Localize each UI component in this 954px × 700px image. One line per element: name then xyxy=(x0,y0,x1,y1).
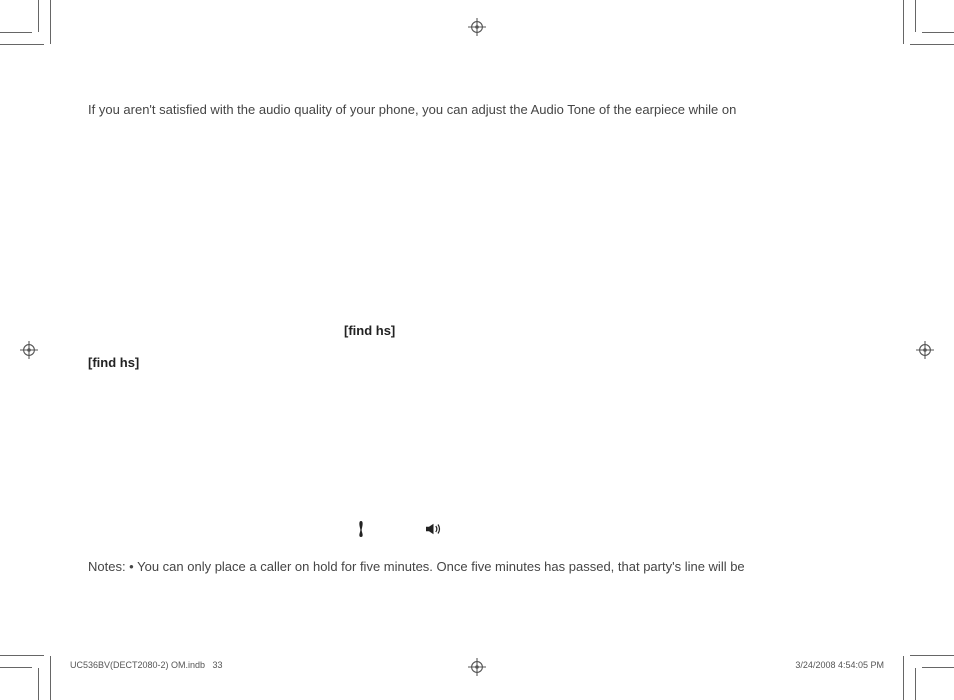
crop-mark xyxy=(50,656,51,700)
registration-mark-icon xyxy=(916,341,934,359)
body-content: If you aren't satisfied with the audio q… xyxy=(88,100,884,576)
find-hs-label: [find hs] xyxy=(88,323,884,338)
find-hs-label: [find hs] xyxy=(88,355,884,370)
footer-doc-name: UC536BV(DECT2080-2) OM.indb 33 xyxy=(70,660,223,670)
crop-mark xyxy=(915,668,916,700)
crop-mark xyxy=(903,0,904,44)
crop-mark xyxy=(903,656,904,700)
footer-timestamp: 3/24/2008 4:54:05 PM xyxy=(795,660,884,670)
registration-mark-icon xyxy=(20,341,38,359)
crop-mark xyxy=(0,667,32,668)
phone-handset-icon xyxy=(356,520,366,543)
crop-mark xyxy=(50,0,51,44)
crop-mark xyxy=(910,44,954,45)
crop-mark xyxy=(38,0,39,32)
crop-mark xyxy=(0,44,44,45)
speaker-icon xyxy=(426,522,444,541)
crop-mark xyxy=(0,655,44,656)
crop-mark xyxy=(0,32,32,33)
crop-mark xyxy=(915,0,916,32)
inline-icons-row xyxy=(88,520,884,543)
notes-paragraph: Notes: • You can only place a caller on … xyxy=(88,557,884,577)
crop-mark xyxy=(922,667,954,668)
crop-mark xyxy=(38,668,39,700)
crop-mark xyxy=(922,32,954,33)
page-footer: UC536BV(DECT2080-2) OM.indb 33 3/24/2008… xyxy=(70,660,884,670)
crop-mark xyxy=(910,655,954,656)
page-container: If you aren't satisfied with the audio q… xyxy=(0,0,954,700)
intro-paragraph: If you aren't satisfied with the audio q… xyxy=(88,100,884,120)
registration-mark-icon xyxy=(468,18,486,36)
